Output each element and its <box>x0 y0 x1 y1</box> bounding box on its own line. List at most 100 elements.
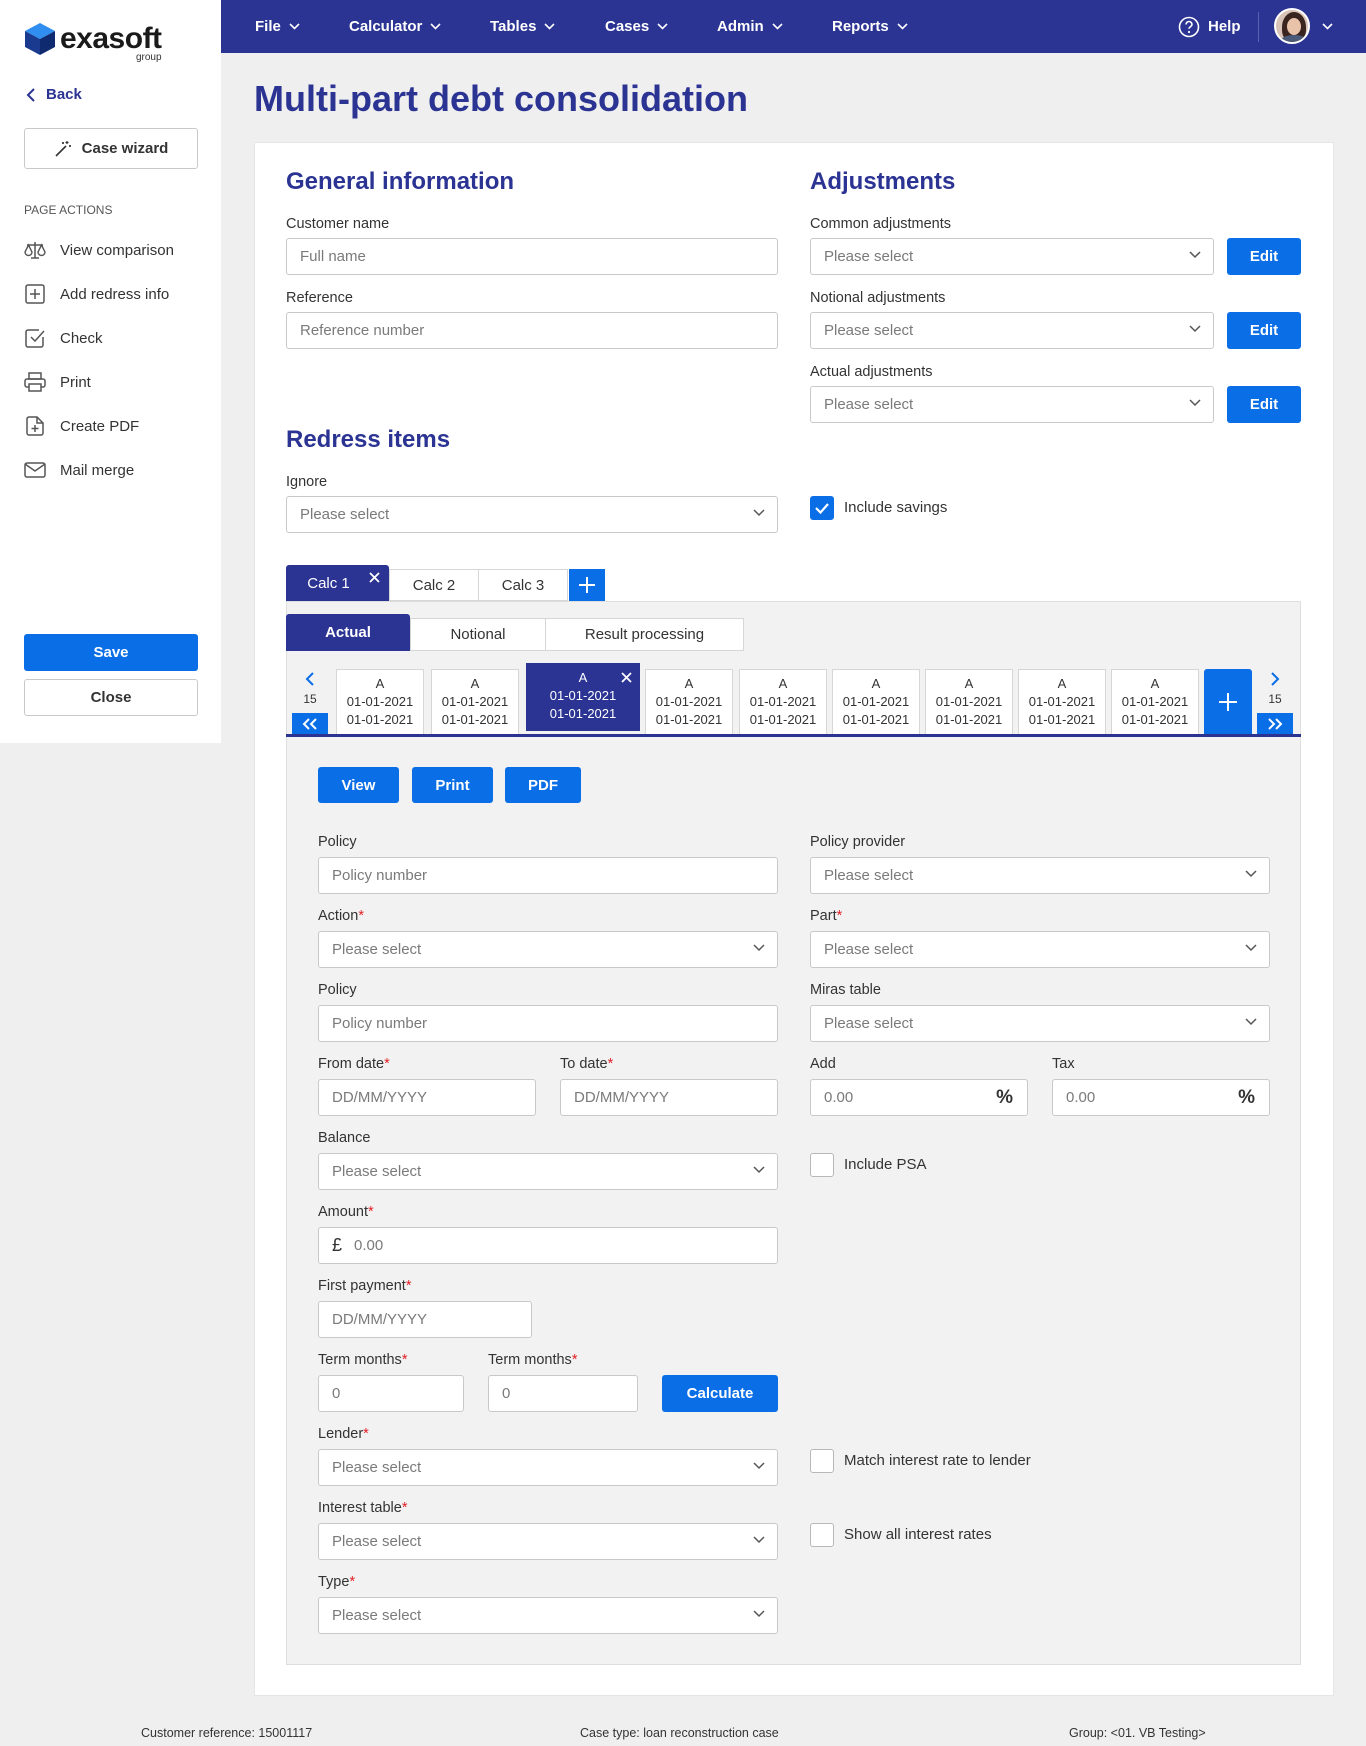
sidebar: exasoft group Back Case wizard PAGE ACTI… <box>0 0 221 743</box>
edit-notional-button[interactable]: Edit <box>1227 312 1301 349</box>
tab-actual[interactable]: Actual <box>286 614 410 651</box>
case-wizard-button[interactable]: Case wizard <box>24 128 198 169</box>
include-psa-checkbox[interactable] <box>810 1153 834 1177</box>
user-menu[interactable] <box>1274 8 1333 44</box>
calculate-button[interactable]: Calculate <box>662 1375 778 1412</box>
sidebar-item-add-redress-info[interactable]: Add redress info <box>24 284 169 304</box>
tab-calc-2[interactable]: Calc 2 <box>389 569 479 601</box>
add-calc-button[interactable] <box>569 569 605 601</box>
tab-calc-3[interactable]: Calc 3 <box>478 569 568 601</box>
term-months-input[interactable]: 0 <box>318 1375 464 1412</box>
balance-select[interactable]: Please select <box>318 1153 778 1190</box>
show-all-rates-checkbox[interactable] <box>810 1523 834 1547</box>
actual-adjustments-select[interactable]: Please select <box>810 386 1214 423</box>
nav-admin[interactable]: Admin <box>717 0 783 53</box>
chevron-left-icon <box>26 87 35 102</box>
close-button[interactable]: Close <box>24 679 198 716</box>
part-tab-active[interactable]: A 01-01-2021 01-01-2021 <box>526 663 640 731</box>
brand-sub: group <box>135 52 162 63</box>
chevron-down-icon <box>544 23 555 30</box>
help-link[interactable]: Help <box>1178 0 1241 53</box>
placeholder: Full name <box>300 248 366 265</box>
first-payment-input[interactable]: DD/MM/YYYY <box>318 1301 532 1338</box>
footer-case-type: Case type: loan reconstruction case <box>580 1726 779 1740</box>
to-date-label: To date* <box>560 1056 614 1072</box>
part-tab[interactable]: A 01-01-2021 01-01-2021 <box>336 669 424 735</box>
chevron-down-icon <box>430 23 441 30</box>
parts-last-button[interactable] <box>1257 713 1293 735</box>
close-icon[interactable] <box>621 672 632 683</box>
policy-label: Policy <box>318 834 357 850</box>
brand-logo[interactable]: exasoft group <box>24 22 162 63</box>
part-tab[interactable]: A 01-01-2021 01-01-2021 <box>739 669 827 735</box>
sidebar-item-check[interactable]: Check <box>24 328 103 348</box>
part-tab[interactable]: A 01-01-2021 01-01-2021 <box>925 669 1013 735</box>
save-button[interactable]: Save <box>24 634 198 671</box>
help-circle-icon <box>1178 16 1200 37</box>
part-tab[interactable]: A 01-01-2021 01-01-2021 <box>645 669 733 735</box>
sidebar-item-create-pdf[interactable]: Create PDF <box>24 416 139 436</box>
part-tab[interactable]: A 01-01-2021 01-01-2021 <box>431 669 519 735</box>
back-link[interactable]: Back <box>26 86 82 103</box>
action-select[interactable]: Please select <box>318 931 778 968</box>
part-to-date: 01-01-2021 <box>655 712 723 727</box>
part-tab[interactable]: A 01-01-2021 01-01-2021 <box>832 669 920 735</box>
add-input[interactable]: 0.00 % <box>810 1079 1028 1116</box>
policy-provider-select[interactable]: Please select <box>810 857 1270 894</box>
file-plus-icon <box>26 416 44 436</box>
parts-left-count: 15 <box>303 692 317 706</box>
edit-common-button[interactable]: Edit <box>1227 238 1301 275</box>
nav-calculator[interactable]: Calculator <box>349 0 441 53</box>
tab-calc-1[interactable]: Calc 1 <box>286 565 389 601</box>
part-from-date: 01-01-2021 <box>1121 694 1189 709</box>
part-from-date: 01-01-2021 <box>842 694 910 709</box>
lender-select[interactable]: Please select <box>318 1449 778 1486</box>
common-adjustments-select[interactable]: Please select <box>810 238 1214 275</box>
ignore-select[interactable]: Please select <box>286 496 778 533</box>
notional-adjustments-select[interactable]: Please select <box>810 312 1214 349</box>
pdf-button[interactable]: PDF <box>505 767 581 803</box>
customer-name-input[interactable]: Full name <box>286 238 778 275</box>
part-tab[interactable]: A 01-01-2021 01-01-2021 <box>1018 669 1106 735</box>
placeholder: DD/MM/YYYY <box>332 1311 428 1328</box>
common-adjustments-label: Common adjustments <box>810 216 952 232</box>
policy2-input[interactable]: Policy number <box>318 1005 778 1042</box>
part-select[interactable]: Please select <box>810 931 1270 968</box>
edit-actual-button[interactable]: Edit <box>1227 386 1301 423</box>
add-part-button[interactable] <box>1204 669 1252 735</box>
sidebar-item-view-comparison[interactable]: View comparison <box>24 240 174 260</box>
amount-input[interactable]: £ 0.00 <box>318 1227 778 1264</box>
nav-tables[interactable]: Tables <box>490 0 555 53</box>
adjustments-title: Adjustments <box>810 168 956 195</box>
to-date-input[interactable]: DD/MM/YYYY <box>560 1079 778 1116</box>
match-interest-checkbox[interactable] <box>810 1449 834 1473</box>
parts-first-button[interactable] <box>292 713 328 735</box>
policy-input[interactable]: Policy number <box>318 857 778 894</box>
nav-reports[interactable]: Reports <box>832 0 908 53</box>
close-icon[interactable] <box>369 572 380 583</box>
sidebar-item-label: Add redress info <box>60 285 170 303</box>
sidebar-item-mail-merge[interactable]: Mail merge <box>24 460 134 480</box>
type-select[interactable]: Please select <box>318 1597 778 1634</box>
view-button[interactable]: View <box>318 767 399 803</box>
part-tab[interactable]: A 01-01-2021 01-01-2021 <box>1111 669 1199 735</box>
tab-notional[interactable]: Notional <box>410 618 546 651</box>
chevron-right-icon[interactable] <box>1270 672 1280 686</box>
sidebar-item-print[interactable]: Print <box>24 372 91 392</box>
reference-input[interactable]: Reference number <box>286 312 778 349</box>
tab-result-processing[interactable]: Result processing <box>545 618 744 651</box>
include-savings-checkbox[interactable] <box>810 496 834 520</box>
chevron-left-icon[interactable] <box>305 672 315 686</box>
term-months-2-input[interactable]: 0 <box>488 1375 638 1412</box>
interest-table-select[interactable]: Please select <box>318 1523 778 1560</box>
nav-file[interactable]: File <box>255 0 300 53</box>
include-psa-label: Include PSA <box>844 1156 927 1173</box>
nav-cases[interactable]: Cases <box>605 0 668 53</box>
tax-input[interactable]: 0.00 % <box>1052 1079 1270 1116</box>
magic-wand-icon <box>55 140 71 157</box>
footer-customer-ref: Customer reference: 15001117 <box>141 1726 313 1740</box>
print-button[interactable]: Print <box>412 767 493 803</box>
miras-table-select[interactable]: Please select <box>810 1005 1270 1042</box>
from-date-input[interactable]: DD/MM/YYYY <box>318 1079 536 1116</box>
percent-icon: % <box>996 1087 1013 1108</box>
